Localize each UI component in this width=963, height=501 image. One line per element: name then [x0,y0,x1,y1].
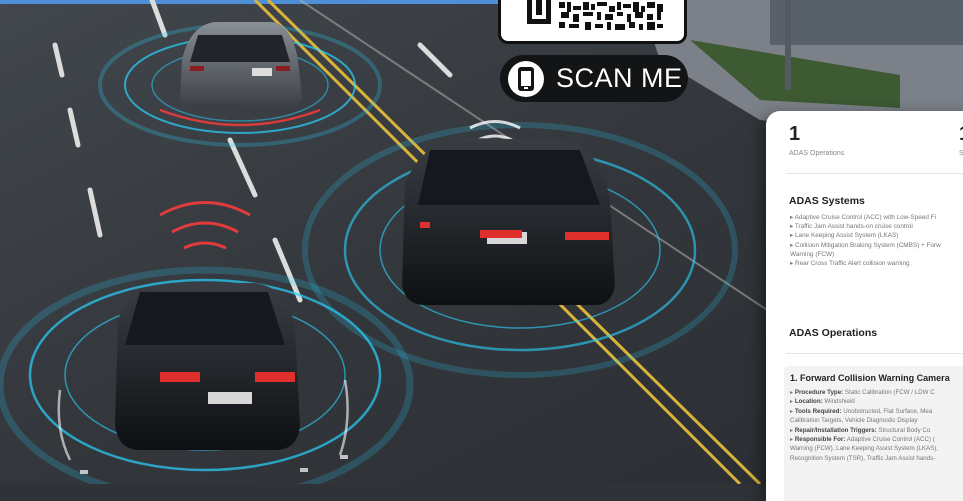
list-item: ▸ Rear Cross Traffic Alert collision war… [790,260,910,268]
qr-code[interactable] [498,0,687,44]
list-item: ▸ Tools Required: Unobstructed, Flat Sur… [790,407,933,415]
car-far [180,22,302,108]
divider [786,173,963,174]
stat-operations-label: ADAS Operations [789,150,845,157]
list-item: ▸ Lane Keeping Assist System (LKAS) [790,232,899,240]
car-middle [402,138,615,305]
divider [786,353,963,354]
adas-report-panel: 1 ADAS Operations 1 S ADAS Systems ▸ Ada… [766,111,963,501]
qr-code-pattern [527,0,663,30]
car-near [115,283,300,450]
list-item: ▸ Repair/Installation Triggers: Structur… [790,426,931,434]
list-item: Recognition System (TSR), Traffic Jam As… [790,454,936,462]
list-item: ▸ Adaptive Cruise Control (ACC) with Low… [790,214,936,221]
list-item: ▸ Responsible For: Adaptive Cruise Contr… [790,436,935,444]
operation-details: ▸ Procedure Type: Static Calibration (FC… [790,388,963,463]
stat-second-count: 1 [959,123,963,146]
stat-operations-count: 1 [789,123,801,145]
operation-title: 1. Forward Collision Warning Camera [790,373,950,383]
list-item: Calibration Targets, Vehicle Diagnostic … [790,417,918,425]
phone-icon [508,60,544,97]
list-item: Warning (FCW), Lane Keeping Assist Syste… [790,445,938,453]
list-item: ▸ Collision Mitigation Braking System (C… [790,241,941,249]
list-item: ▸ Location: Windshield [790,398,855,406]
adas-systems-heading: ADAS Systems [789,195,865,207]
list-item: Warning (FCW) [790,250,835,258]
adas-systems-list: ▸ Adaptive Cruise Control (ACC) with Low… [790,213,963,268]
scan-me-label: SCAN ME [556,63,683,93]
stat-second-label: S [959,150,963,157]
list-item: ▸ Traffic Jam Assist hands-on cruise con… [790,223,913,231]
scan-me-badge[interactable]: SCAN ME [500,55,688,102]
adas-operations-heading: ADAS Operations [789,327,878,339]
operation-card[interactable]: 1. Forward Collision Warning Camera ▸ Pr… [784,366,963,501]
list-item: ▸ Procedure Type: Static Calibration (FC… [790,389,935,396]
